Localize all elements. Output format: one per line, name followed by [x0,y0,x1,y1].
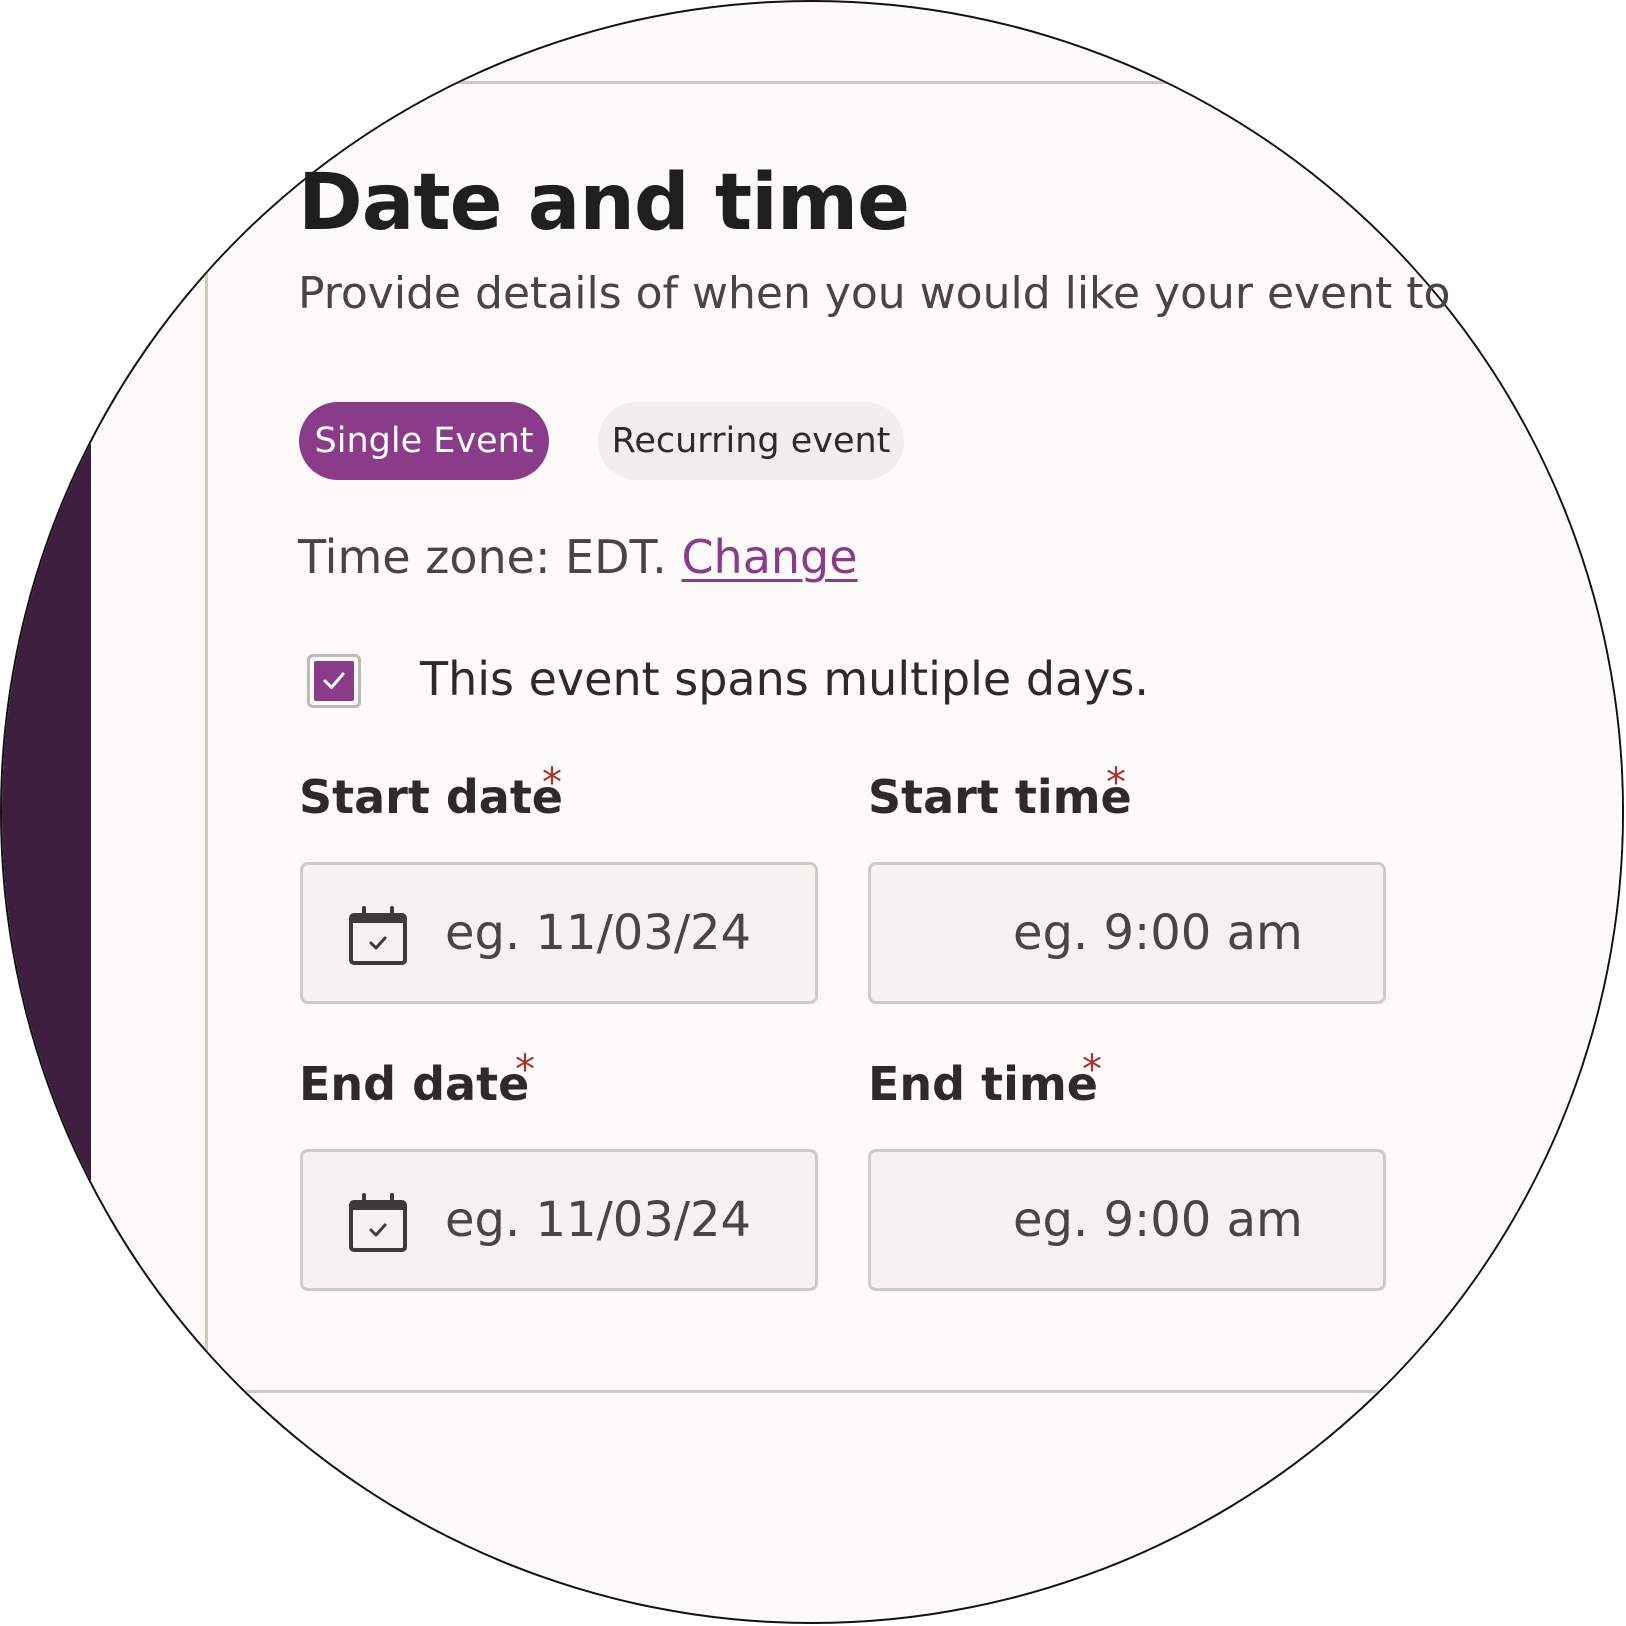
screenshot-viewport: Date and time Provide details of when yo… [0,0,1626,1626]
end-date-label: End date [299,1057,530,1111]
end-time-input[interactable]: eg. 9:00 am [868,1149,1386,1291]
timezone-text: Time zone: EDT. [298,530,667,584]
multi-day-label: This event spans multiple days. [420,652,1150,706]
multi-day-checkbox[interactable] [307,654,361,708]
timezone-row: Time zone: EDT. Change [298,530,858,584]
calendar-check-icon [349,906,407,965]
start-time-required-mark: * [1106,760,1126,806]
tab-single-event[interactable]: Single Event [299,402,549,480]
end-date-input[interactable]: eg. 11/03/24 [300,1149,818,1291]
tab-recurring-event[interactable]: Recurring event [598,402,904,480]
sidebar [2,2,91,1622]
start-date-input[interactable]: eg. 11/03/24 [300,862,818,1004]
end-time-label: End time [868,1057,1098,1111]
end-time-required-mark: * [1082,1047,1102,1093]
start-date-placeholder: eg. 11/03/24 [445,905,752,961]
checkbox-fill [314,661,354,701]
start-time-input[interactable]: eg. 9:00 am [868,862,1386,1004]
check-icon [323,672,345,689]
start-time-label: Start time [868,770,1132,824]
end-date-required-mark: * [515,1047,535,1093]
section-title: Date and time [298,158,910,248]
start-date-required-mark: * [542,760,562,806]
end-date-placeholder: eg. 11/03/24 [445,1192,752,1248]
start-time-placeholder: eg. 9:00 am [1013,905,1303,961]
calendar-check-icon [349,1193,407,1252]
change-timezone-link[interactable]: Change [681,530,857,584]
start-date-label: Start date [299,770,564,824]
end-time-placeholder: eg. 9:00 am [1013,1192,1303,1248]
section-subtitle: Provide details of when you would like y… [298,268,1451,319]
